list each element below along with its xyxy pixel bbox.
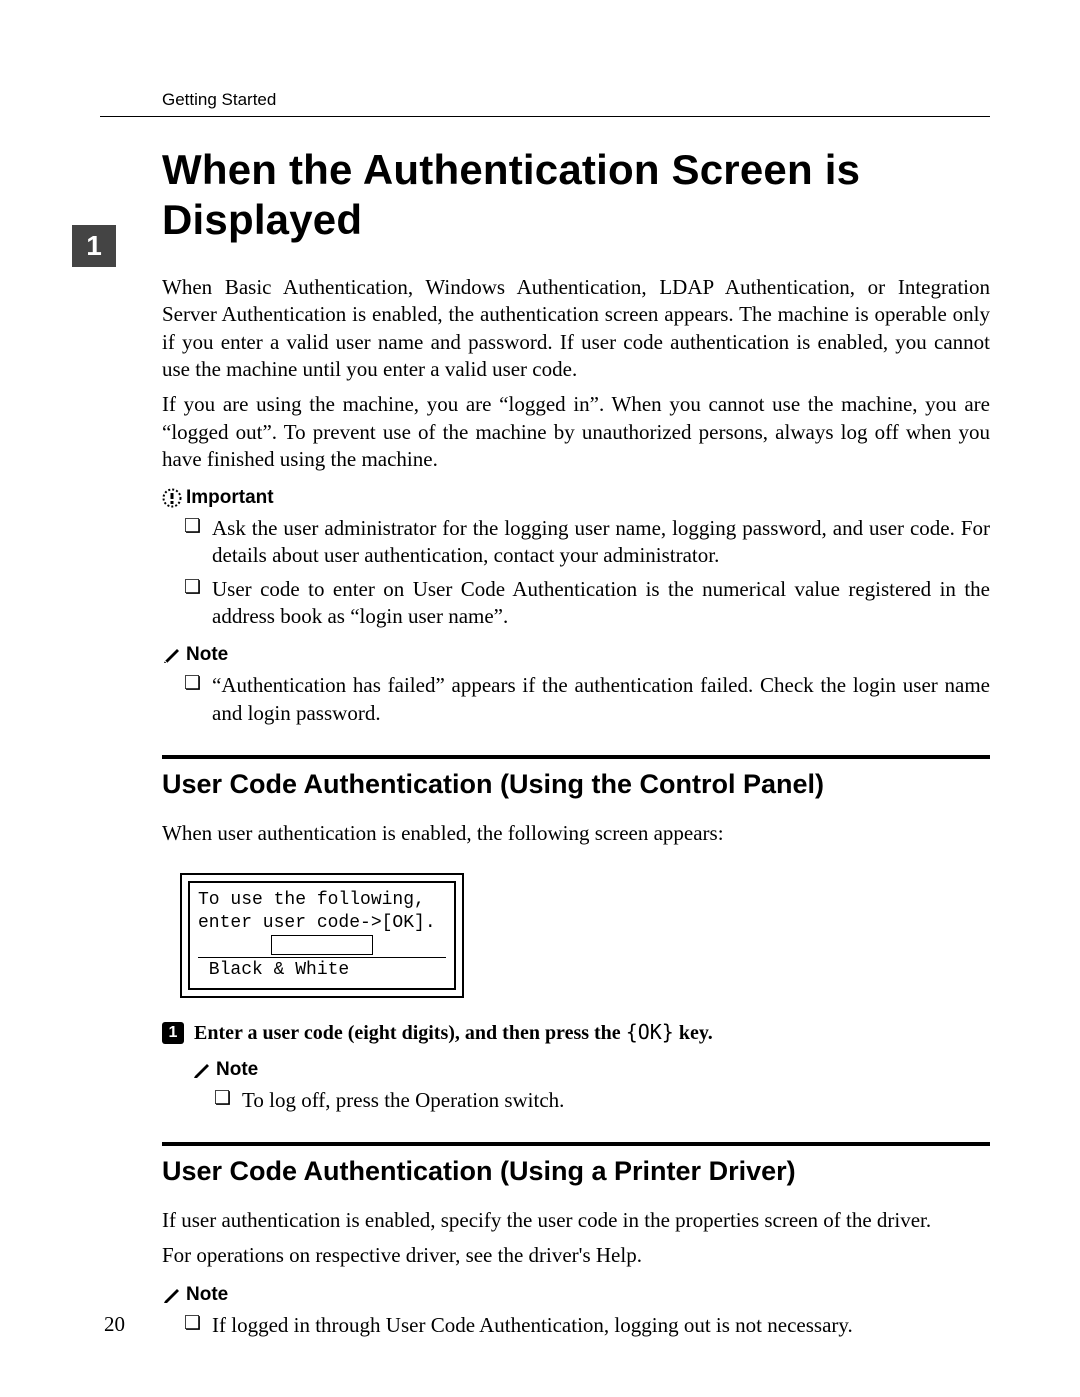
- note-item-1-text: “Authentication has failed” appears if t…: [212, 672, 990, 727]
- note-icon: [162, 1285, 182, 1305]
- section-b-heading: User Code Authentication (Using a Printe…: [162, 1156, 990, 1187]
- important-icon: [162, 488, 182, 508]
- important-item-1: ❏ Ask the user administrator for the log…: [162, 515, 990, 570]
- bullet-icon: ❏: [184, 672, 212, 727]
- step-1-pre: Enter a user code (eight digits), and th…: [194, 1022, 626, 1044]
- section-a-note-block: Note ❏ To log off, press the Operation s…: [192, 1059, 990, 1114]
- step-1-text: Enter a user code (eight digits), and th…: [194, 1020, 990, 1045]
- note-label: Note: [162, 1284, 990, 1306]
- section-a-heading: User Code Authentication (Using the Cont…: [162, 769, 990, 800]
- ok-key: {OK}: [626, 1020, 674, 1044]
- page-title: When the Authentication Screen is Displa…: [162, 145, 990, 244]
- lcd-line-1: To use the following,: [198, 889, 446, 912]
- content-area: When Basic Authentication, Windows Authe…: [162, 274, 990, 1339]
- note-label-text: Note: [186, 1284, 228, 1306]
- intro-paragraph-2: If you are using the machine, you are “l…: [162, 391, 990, 473]
- bullet-icon: ❏: [214, 1087, 242, 1114]
- section-b-note-text: If logged in through User Code Authentic…: [212, 1312, 990, 1339]
- page: Getting Started 1 When the Authenticatio…: [0, 0, 1080, 1397]
- important-label: Important: [162, 487, 990, 509]
- header-rule: [100, 116, 990, 117]
- lcd-screenshot: To use the following, enter user code->[…: [180, 873, 464, 998]
- bullet-icon: ❏: [184, 1312, 212, 1339]
- section-rule: [162, 755, 990, 759]
- lcd-inner: To use the following, enter user code->[…: [188, 881, 456, 990]
- step-number-badge: 1: [162, 1022, 184, 1044]
- lcd-input-row: [198, 935, 446, 955]
- step-1-post: key.: [674, 1022, 713, 1044]
- section-b-p1: If user authentication is enabled, speci…: [162, 1207, 990, 1234]
- important-item-2: ❏ User code to enter on User Code Authen…: [162, 576, 990, 631]
- section-rule: [162, 1142, 990, 1146]
- note-icon: [192, 1060, 212, 1080]
- intro-paragraph-1: When Basic Authentication, Windows Authe…: [162, 274, 990, 383]
- section-b-p2: For operations on respective driver, see…: [162, 1242, 990, 1269]
- bullet-icon: ❏: [184, 515, 212, 570]
- lcd-line-2: enter user code->[OK].: [198, 912, 446, 935]
- page-number: 20: [104, 1312, 125, 1337]
- section-b-note-item: ❏ If logged in through User Code Authent…: [162, 1312, 990, 1339]
- note-label: Note: [162, 644, 990, 666]
- note-label-text: Note: [186, 644, 228, 666]
- note-label-text: Note: [216, 1059, 258, 1081]
- note-label: Note: [192, 1059, 990, 1081]
- chapter-tab: 1: [72, 225, 116, 267]
- note-item-1: ❏ “Authentication has failed” appears if…: [162, 672, 990, 727]
- important-item-1-text: Ask the user administrator for the loggi…: [212, 515, 990, 570]
- section-a-note-text: To log off, press the Operation switch.: [242, 1087, 990, 1114]
- section-a-lead: When user authentication is enabled, the…: [162, 820, 990, 847]
- bullet-icon: ❏: [184, 576, 212, 631]
- important-label-text: Important: [186, 487, 274, 509]
- important-item-2-text: User code to enter on User Code Authenti…: [212, 576, 990, 631]
- running-header: Getting Started: [162, 90, 990, 110]
- lcd-line-3: Black & White: [198, 957, 446, 982]
- step-1: 1 Enter a user code (eight digits), and …: [162, 1020, 990, 1045]
- note-icon: [162, 645, 182, 665]
- section-a-note-item: ❏ To log off, press the Operation switch…: [192, 1087, 990, 1114]
- lcd-input-field: [271, 935, 373, 955]
